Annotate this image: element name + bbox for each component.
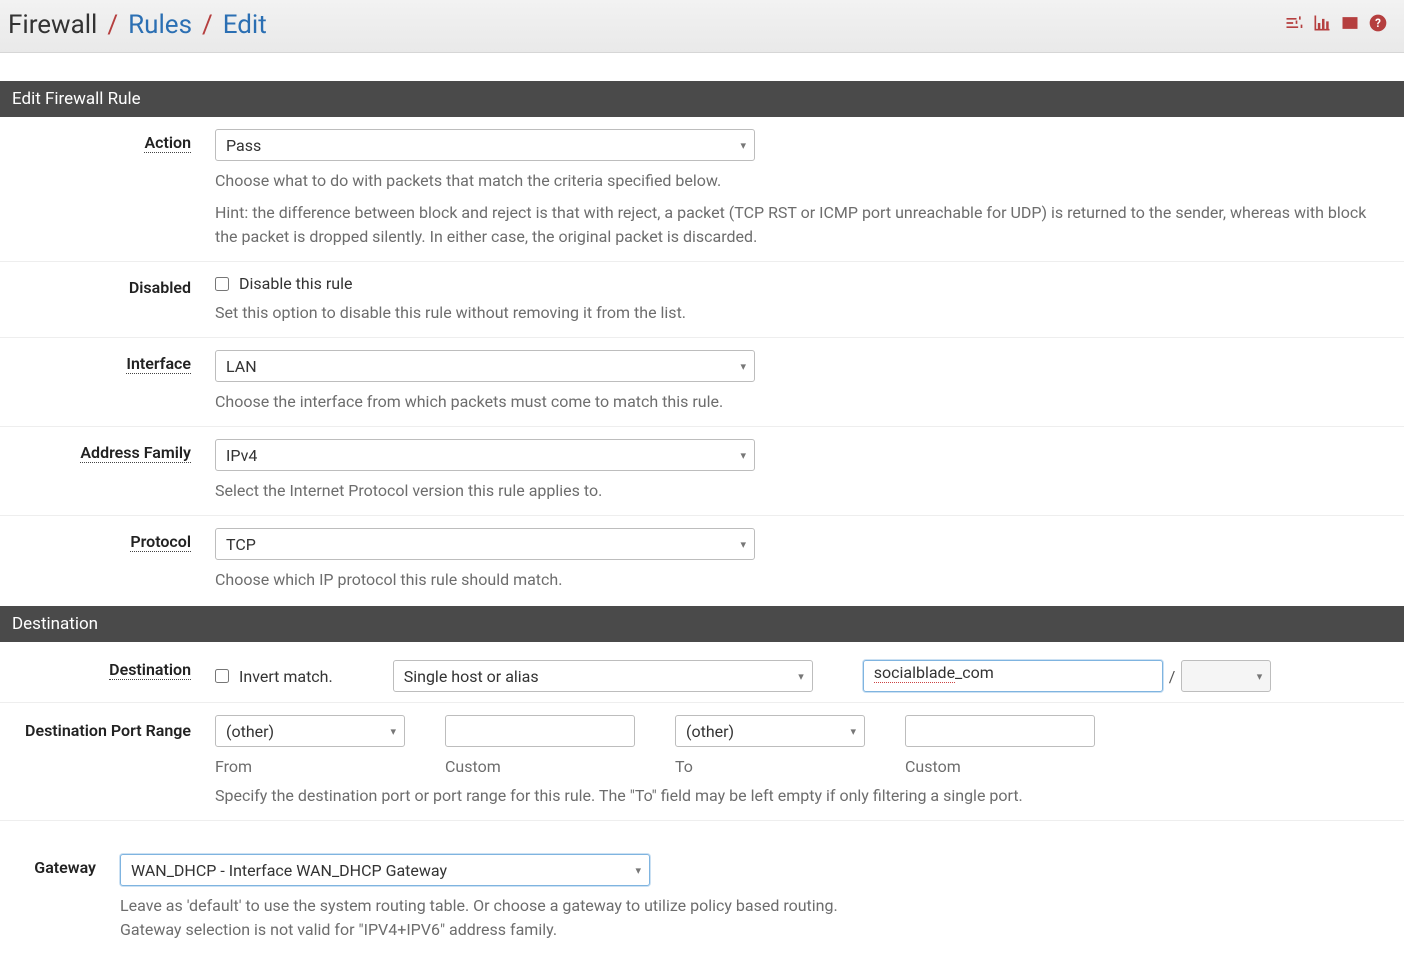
mask-slash: / bbox=[1163, 667, 1182, 686]
sublabel-custom-to: Custom bbox=[905, 757, 1095, 776]
help-interface: Choose the interface from which packets … bbox=[215, 390, 1388, 414]
panel-edit-rule-header: Edit Firewall Rule bbox=[0, 81, 1404, 117]
row-interface: Interface LAN Choose the interface from … bbox=[0, 338, 1404, 427]
row-gateway: Gateway WAN_DHCP - Interface WAN_DHCP Ga… bbox=[0, 848, 1404, 954]
help-gateway-2: Gateway selection is not valid for "IPV4… bbox=[120, 918, 1388, 942]
input-destination-address[interactable]: socialblade_com bbox=[863, 660, 1163, 692]
checkbox-invert-match[interactable] bbox=[215, 669, 229, 683]
label-interface: Interface bbox=[126, 354, 191, 374]
row-action: Action Pass Choose what to do with packe… bbox=[0, 117, 1404, 262]
chart-icon[interactable] bbox=[1312, 13, 1332, 37]
breadcrumb: Firewall / Rules / Edit bbox=[8, 10, 267, 40]
help-gateway-1: Leave as 'default' to use the system rou… bbox=[120, 894, 1388, 918]
breadcrumb-firewall[interactable]: Firewall bbox=[8, 10, 97, 40]
panel-destination-header: Destination bbox=[0, 606, 1404, 642]
breadcrumb-rules[interactable]: Rules bbox=[128, 10, 192, 40]
select-address-family[interactable]: IPv4 bbox=[215, 439, 755, 471]
checkbox-disable-label: Disable this rule bbox=[239, 274, 352, 293]
select-port-from[interactable]: (other) bbox=[215, 715, 405, 747]
select-port-to[interactable]: (other) bbox=[675, 715, 865, 747]
sublabel-to: To bbox=[675, 757, 865, 776]
sublabel-custom-from: Custom bbox=[445, 757, 635, 776]
input-port-from-custom[interactable] bbox=[445, 715, 635, 747]
header-icons: ? bbox=[1284, 13, 1396, 37]
sublabel-from: From bbox=[215, 757, 405, 776]
label-dest-port-range: Destination Port Range bbox=[25, 721, 191, 740]
label-protocol: Protocol bbox=[130, 532, 191, 552]
help-protocol: Choose which IP protocol this rule shoul… bbox=[215, 568, 1388, 592]
breadcrumb-bar: Firewall / Rules / Edit ? bbox=[0, 0, 1404, 53]
label-disabled: Disabled bbox=[129, 278, 191, 297]
help-disabled: Set this option to disable this rule wit… bbox=[215, 301, 1388, 325]
select-destination-type[interactable]: Single host or alias bbox=[393, 660, 813, 692]
help-action-2: Hint: the difference between block and r… bbox=[215, 201, 1388, 249]
select-action[interactable]: Pass bbox=[215, 129, 755, 161]
svg-text:?: ? bbox=[1375, 16, 1381, 30]
checkbox-disable-rule[interactable] bbox=[215, 277, 229, 291]
select-gateway[interactable]: WAN_DHCP - Interface WAN_DHCP Gateway bbox=[120, 854, 650, 886]
label-destination: Destination bbox=[109, 660, 191, 680]
row-address-family: Address Family IPv4 Select the Internet … bbox=[0, 427, 1404, 516]
row-protocol: Protocol TCP Choose which IP protocol th… bbox=[0, 516, 1404, 606]
select-interface[interactable]: LAN bbox=[215, 350, 755, 382]
help-address-family: Select the Internet Protocol version thi… bbox=[215, 479, 1388, 503]
select-protocol[interactable]: TCP bbox=[215, 528, 755, 560]
help-action-1: Choose what to do with packets that matc… bbox=[215, 169, 1388, 193]
sliders-icon[interactable] bbox=[1284, 13, 1304, 37]
breadcrumb-edit[interactable]: Edit bbox=[223, 10, 267, 40]
breadcrumb-sep: / bbox=[202, 10, 213, 40]
invert-match-label: Invert match. bbox=[239, 667, 333, 686]
row-destination: Destination Invert match. Single host or… bbox=[0, 642, 1404, 703]
select-destination-mask[interactable] bbox=[1181, 660, 1271, 692]
row-dest-port-range: Destination Port Range (other) From Cust… bbox=[0, 703, 1404, 820]
label-action: Action bbox=[144, 133, 191, 153]
row-disabled: Disabled Disable this rule Set this opti… bbox=[0, 262, 1404, 338]
help-icon[interactable]: ? bbox=[1368, 13, 1388, 37]
breadcrumb-sep: / bbox=[107, 10, 118, 40]
log-icon[interactable] bbox=[1340, 13, 1360, 37]
label-gateway: Gateway bbox=[34, 858, 96, 877]
help-dest-port: Specify the destination port or port ran… bbox=[215, 784, 1388, 808]
input-port-to-custom[interactable] bbox=[905, 715, 1095, 747]
label-address-family: Address Family bbox=[80, 443, 191, 463]
